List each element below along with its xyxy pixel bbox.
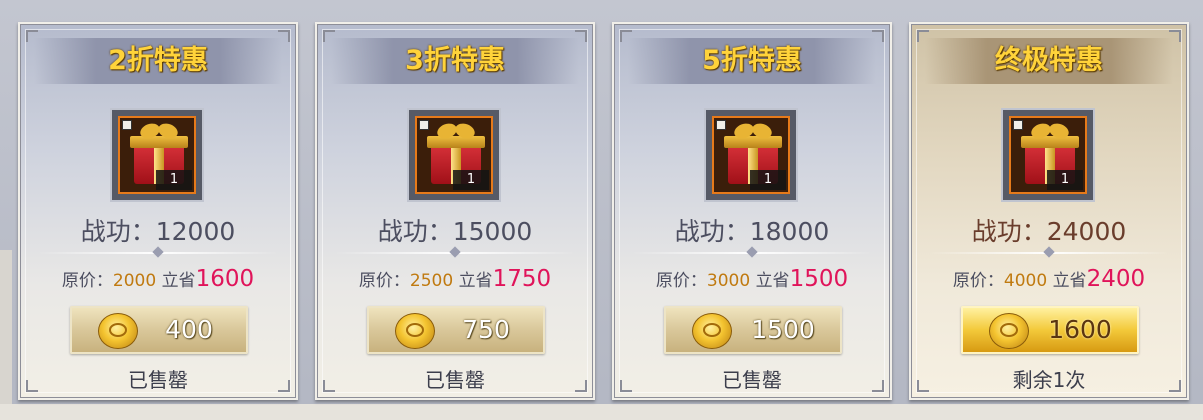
stock-status: 剩余1次 xyxy=(1012,368,1086,392)
discount-banner: 终极特惠 xyxy=(925,38,1173,84)
gold-coin-icon xyxy=(692,313,732,349)
discount-banner: 2折特惠 xyxy=(34,38,282,84)
stock-status: 已售罄 xyxy=(425,368,485,392)
offer-card-1: 2折特惠 1 战功：12000 原价：2000 立省1600 400 已售罄 xyxy=(18,22,298,400)
discount-title: 终极特惠 xyxy=(995,45,1103,76)
save-label: 立省 xyxy=(755,271,790,291)
gold-coin-icon xyxy=(989,313,1029,349)
offer-card-2: 3折特惠 1 战功：15000 原价：2500 立省1750 750 已售罄 xyxy=(315,22,595,400)
price-info: 原价：2000 立省1600 xyxy=(20,266,296,292)
original-price: 4000 xyxy=(1003,271,1048,291)
bound-lock-icon xyxy=(716,120,726,130)
merit-cost: 战功：24000 xyxy=(971,217,1127,246)
buy-button[interactable]: 750 xyxy=(367,306,545,354)
item-slot[interactable]: 1 xyxy=(704,108,798,202)
merit-cost: 战功：15000 xyxy=(377,217,533,246)
original-price-label: 原价： xyxy=(655,271,707,291)
discount-banner: 5折特惠 xyxy=(628,38,876,84)
background-edge xyxy=(0,250,12,420)
item-quantity: 1 xyxy=(453,170,489,190)
item-quantity: 1 xyxy=(750,170,786,190)
gold-coin-icon xyxy=(98,313,138,349)
item-slot[interactable]: 1 xyxy=(110,108,204,202)
save-amount: 1750 xyxy=(492,266,552,292)
save-label: 立省 xyxy=(1052,271,1087,291)
buy-button[interactable]: 1500 xyxy=(664,306,842,354)
buy-price: 1600 xyxy=(1048,315,1112,344)
offer-card-3: 5折特惠 1 战功：18000 原价：3000 立省1500 1500 已售罄 xyxy=(612,22,892,400)
bound-lock-icon xyxy=(419,120,429,130)
original-price-label: 原价： xyxy=(358,271,410,291)
divider-ornament xyxy=(152,246,164,258)
stock-status: 已售罄 xyxy=(722,368,782,392)
background-footer xyxy=(0,404,1203,420)
gift-box-icon[interactable]: 1 xyxy=(415,116,493,194)
bound-lock-icon xyxy=(122,120,132,130)
bound-lock-icon xyxy=(1013,120,1023,130)
stock-status: 已售罄 xyxy=(128,368,188,392)
merit-cost: 战功：18000 xyxy=(674,217,830,246)
price-info: 原价：4000 立省2400 xyxy=(911,266,1187,292)
offer-card-4: 终极特惠 1 战功：24000 原价：4000 立省2400 1600 剩余1次 xyxy=(909,22,1189,400)
discount-title: 3折特惠 xyxy=(405,45,505,76)
original-price: 2500 xyxy=(409,271,454,291)
divider-ornament xyxy=(449,246,461,258)
divider-ornament xyxy=(746,246,758,258)
discount-title: 2折特惠 xyxy=(108,45,208,76)
save-amount: 1500 xyxy=(789,266,849,292)
gift-box-icon[interactable]: 1 xyxy=(712,116,790,194)
buy-button[interactable]: 400 xyxy=(70,306,248,354)
save-amount: 2400 xyxy=(1086,266,1146,292)
gift-box-icon[interactable]: 1 xyxy=(118,116,196,194)
original-price: 2000 xyxy=(112,271,157,291)
buy-price: 400 xyxy=(165,315,213,344)
discount-banner: 3折特惠 xyxy=(331,38,579,84)
price-info: 原价：3000 立省1500 xyxy=(614,266,890,292)
divider-ornament xyxy=(1043,246,1055,258)
price-info: 原价：2500 立省1750 xyxy=(317,266,593,292)
original-price-label: 原价： xyxy=(952,271,1004,291)
item-slot[interactable]: 1 xyxy=(1001,108,1095,202)
item-slot[interactable]: 1 xyxy=(407,108,501,202)
original-price: 3000 xyxy=(706,271,751,291)
item-quantity: 1 xyxy=(1047,170,1083,190)
buy-button[interactable]: 1600 xyxy=(961,306,1139,354)
discount-title: 5折特惠 xyxy=(702,45,802,76)
original-price-label: 原价： xyxy=(61,271,113,291)
buy-price: 1500 xyxy=(751,315,815,344)
save-label: 立省 xyxy=(161,271,196,291)
item-quantity: 1 xyxy=(156,170,192,190)
merit-cost: 战功：12000 xyxy=(80,217,236,246)
buy-price: 750 xyxy=(462,315,510,344)
gift-box-icon[interactable]: 1 xyxy=(1009,116,1087,194)
save-amount: 1600 xyxy=(195,266,255,292)
gold-coin-icon xyxy=(395,313,435,349)
save-label: 立省 xyxy=(458,271,493,291)
